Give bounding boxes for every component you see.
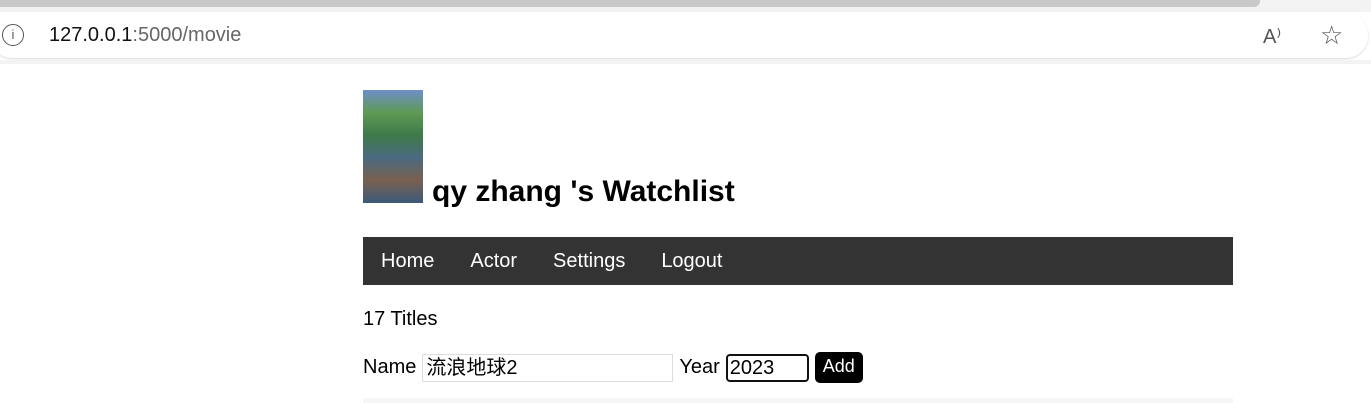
nav-logout[interactable]: Logout: [661, 250, 722, 273]
page-title: qy zhang 's Watchlist: [432, 175, 735, 208]
nav-settings[interactable]: Settings: [553, 250, 625, 273]
navbar: Home Actor Settings Logout: [363, 237, 1233, 285]
nav-home[interactable]: Home: [381, 250, 434, 273]
avatar-image: [363, 90, 423, 203]
movie-list-top: [363, 398, 1233, 403]
year-label: Year: [679, 356, 720, 378]
year-input[interactable]: 2023: [725, 353, 809, 382]
tab-strip: [0, 0, 1260, 7]
nav-actor[interactable]: Actor: [470, 250, 517, 273]
url-path: :5000/movie: [132, 24, 242, 46]
name-input[interactable]: 流浪地球2: [422, 353, 674, 382]
add-movie-form: Name 流浪地球2 Year 2023 Add: [363, 352, 863, 383]
add-button[interactable]: Add: [814, 352, 863, 383]
name-label: Name: [363, 356, 417, 378]
info-icon[interactable]: i: [2, 24, 24, 46]
favorite-star-icon[interactable]: ☆: [1320, 20, 1343, 51]
title-count: 17 Titles: [363, 308, 438, 330]
url-text[interactable]: 127.0.0.1:5000/movie: [49, 24, 241, 47]
toolbar-divider: [0, 60, 1371, 64]
url-host: 127.0.0.1: [49, 24, 133, 46]
read-aloud-icon[interactable]: A⁾: [1263, 24, 1281, 49]
